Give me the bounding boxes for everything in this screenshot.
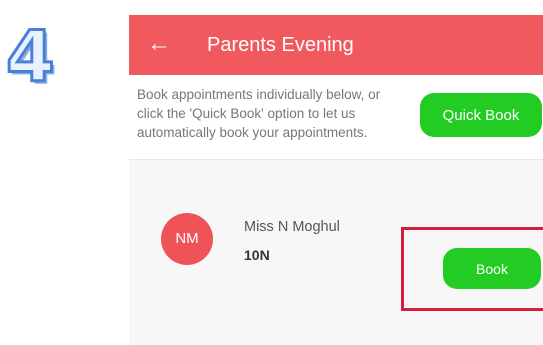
arrow-left-icon[interactable]: ← xyxy=(147,29,171,59)
app-screen: ← Parents Evening Book appointments indi… xyxy=(129,15,543,345)
page-title: Parents Evening xyxy=(207,34,354,56)
teacher-class: 10N xyxy=(244,247,270,263)
quick-book-button[interactable]: Quick Book xyxy=(420,93,542,137)
intro-panel: Book appointments individually below, or… xyxy=(129,75,543,160)
teacher-name: Miss N Moghul xyxy=(244,219,340,235)
teacher-row: NM Miss N Moghul 10N Book xyxy=(129,160,543,345)
intro-text: Book appointments individually below, or… xyxy=(137,87,381,140)
book-button[interactable]: Book xyxy=(443,248,541,289)
app-header: ← Parents Evening xyxy=(129,15,543,75)
avatar: NM xyxy=(161,213,213,265)
step-number: 4 xyxy=(5,16,57,98)
